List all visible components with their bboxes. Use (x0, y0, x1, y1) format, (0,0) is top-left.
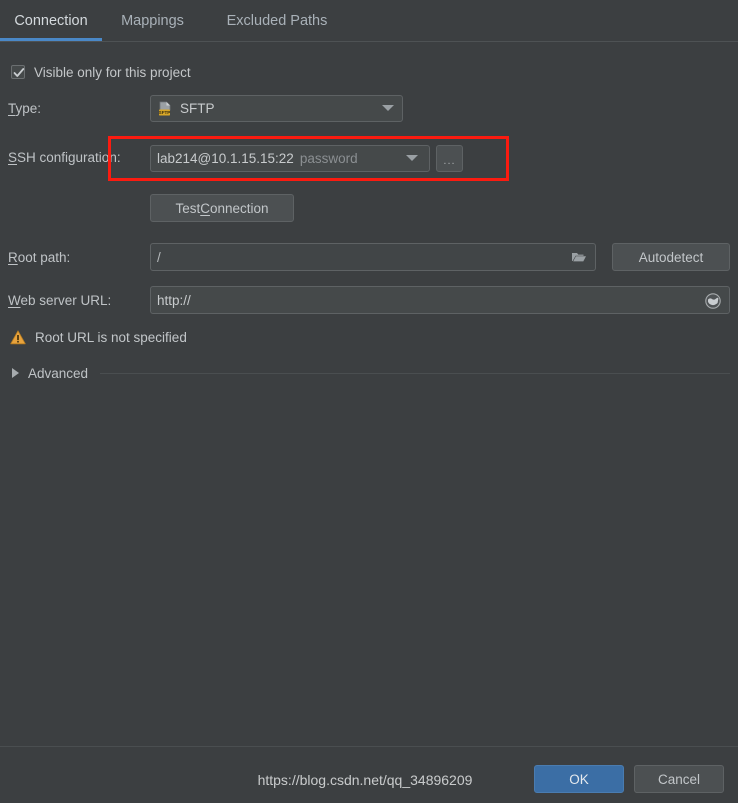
ssh-label-rest: SH configuration: (17, 150, 121, 165)
web-server-url-input[interactable]: http:// (150, 286, 730, 314)
web-server-url-label: Web server URL: (8, 293, 111, 308)
test-connection-label-before: Test (175, 200, 201, 216)
cancel-button[interactable]: Cancel (634, 765, 724, 793)
ok-button[interactable]: OK (534, 765, 624, 793)
tab-mappings[interactable]: Mappings (102, 0, 203, 41)
ssh-label-mnemonic: S (8, 150, 18, 165)
root-path-value: / (157, 249, 161, 265)
type-label: Type: (8, 101, 41, 116)
ok-label: OK (569, 771, 589, 787)
ssh-chevron-down-icon[interactable] (406, 155, 418, 161)
root-url-warning-text: Root URL is not specified (35, 329, 187, 345)
ssh-configuration-auth-hint: password (299, 151, 358, 166)
active-tab-underline (0, 38, 102, 41)
advanced-label: Advanced (28, 365, 89, 381)
sftp-file-icon: SFTP (159, 101, 171, 115)
tab-mappings-label: Mappings (121, 12, 184, 29)
warning-triangle-icon (10, 329, 26, 344)
root-path-label-rest: oot path: (17, 250, 71, 265)
root-path-label-mnemonic: R (8, 250, 18, 265)
web-server-url-label-rest: eb server URL: (20, 293, 112, 308)
ssh-configuration-browse-button[interactable]: ... (436, 145, 463, 172)
ssh-configuration-value: lab214@10.1.15.15:22 (157, 151, 294, 166)
root-url-warning: Root URL is not specified (10, 327, 187, 347)
web-server-url-label-mnemonic: W (8, 293, 21, 308)
ssh-configuration-combobox[interactable]: lab214@10.1.15.15:22 password (150, 145, 430, 172)
test-connection-button[interactable]: Test Connection (150, 194, 294, 222)
tab-excluded-paths-label: Excluded Paths (226, 12, 328, 29)
checkmark-icon (13, 68, 25, 77)
tab-connection-label: Connection (14, 12, 88, 29)
test-connection-mnemonic: C (200, 200, 210, 216)
watermark-text: https://blog.csdn.net/qq_34896209 (257, 772, 473, 788)
ssh-configuration-label: SSH configuration: (8, 150, 121, 165)
test-connection-label-after: onnection (209, 200, 269, 216)
cancel-label: Cancel (657, 771, 701, 787)
type-chevron-down-icon[interactable] (382, 105, 394, 111)
visible-only-project-checkbox[interactable] (11, 65, 25, 79)
visible-only-project-label: Visible only for this project (34, 64, 191, 80)
folder-icon[interactable] (571, 250, 587, 264)
svg-text:SFTP: SFTP (159, 110, 171, 115)
type-label-mnemonic: T (8, 101, 16, 116)
autodetect-button[interactable]: Autodetect (612, 243, 730, 271)
ssh-browse-label: ... (443, 155, 456, 167)
root-path-label: Root path: (8, 250, 70, 265)
chevron-right-icon[interactable] (12, 368, 19, 378)
type-combobox[interactable]: SFTP SFTP (150, 95, 403, 122)
type-label-rest: ype: (15, 101, 42, 116)
autodetect-label: Autodetect (638, 249, 704, 265)
footer-divider (0, 746, 738, 747)
tab-excluded-paths[interactable]: Excluded Paths (203, 0, 351, 41)
visible-only-project-row[interactable]: Visible only for this project (11, 62, 191, 82)
root-path-input[interactable]: / (150, 243, 596, 271)
tab-connection[interactable]: Connection (0, 0, 102, 41)
type-value: SFTP (180, 101, 215, 116)
tab-bar: Connection Mappings Excluded Paths (0, 0, 738, 42)
deployment-connection-dialog: Connection Mappings Excluded Paths Visib… (0, 0, 738, 803)
globe-icon[interactable] (704, 292, 722, 310)
tab-bar-divider (0, 41, 738, 42)
advanced-separator (100, 372, 730, 374)
web-server-url-value: http:// (157, 292, 191, 308)
advanced-section-header[interactable]: Advanced (12, 363, 730, 383)
